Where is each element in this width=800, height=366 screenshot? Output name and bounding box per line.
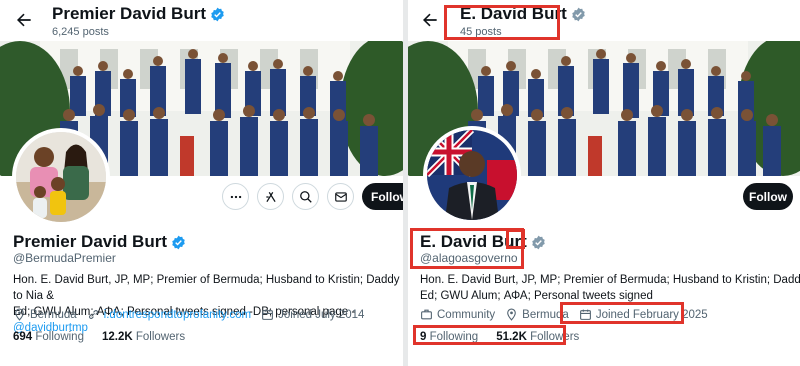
- joined-text: Joined July 2014: [278, 308, 365, 321]
- following-count: 9: [420, 331, 427, 343]
- profile-handle: @BermudaPremier: [13, 251, 116, 265]
- joined-item: Joined February 2025: [579, 308, 708, 321]
- calendar-icon: [579, 309, 591, 320]
- profile-header: Premier David Burt 6,245 posts: [0, 0, 403, 41]
- header-post-count: 6,245 posts: [52, 26, 109, 38]
- location-text: Bermuda: [522, 308, 569, 321]
- display-name-text: Premier David Burt: [13, 232, 167, 251]
- display-name-text: E. David Burt: [420, 232, 527, 251]
- verified-badge-icon: [172, 235, 185, 249]
- more-button[interactable]: [222, 183, 249, 210]
- following-stat[interactable]: 694 Following: [13, 331, 84, 343]
- header-post-count: 45 posts: [460, 26, 502, 38]
- verified-badge-icon: [211, 7, 224, 21]
- profile-bio: Hon. E. David Burt, JP, MP; Premier of B…: [13, 272, 401, 336]
- followers-label: Followers: [530, 331, 580, 343]
- header-name: Premier David Burt: [52, 4, 206, 23]
- right-profile-panel: E. David Burt 45 posts Follow E. David B…: [408, 0, 800, 366]
- profile-actions: Follow: [222, 183, 403, 210]
- left-profile-panel: Premier David Burt 6,245 posts Follo Pre…: [0, 0, 403, 366]
- location-item: Bermuda: [13, 308, 77, 321]
- website-link[interactable]: i.dontrespondtoprofanity.com: [104, 309, 251, 321]
- grok-button[interactable]: [257, 183, 284, 210]
- website-item[interactable]: i.dontrespondtoprofanity.com: [87, 308, 251, 321]
- briefcase-icon: [421, 309, 432, 320]
- following-count: 694: [13, 331, 33, 343]
- grok-icon: [265, 191, 276, 202]
- search-button[interactable]: [292, 183, 319, 210]
- link-icon: [88, 310, 98, 319]
- bio-line: Hon. E. David Burt, JP, MP; Premier of B…: [13, 274, 400, 302]
- follow-button[interactable]: Follow: [743, 183, 793, 210]
- profile-handle: @alagoasgoverno: [420, 251, 518, 265]
- profile-stats: 9 Following 51.2K Followers: [420, 331, 579, 343]
- following-label: Following: [35, 331, 84, 343]
- followers-count: 51.2K: [496, 331, 527, 343]
- following-stat[interactable]: 9 Following: [420, 331, 478, 343]
- following-label: Following: [429, 331, 479, 343]
- followers-stat[interactable]: 51.2K Followers: [496, 331, 579, 343]
- category-text: Community: [437, 308, 496, 321]
- profile-bio: Hon. E. David Burt, JP, MP; Premier of B…: [420, 272, 800, 304]
- location-text: Bermuda: [30, 308, 77, 321]
- bio-line: Ed; GWU Alum; ΑΦΑ; Personal tweets signe…: [420, 290, 653, 302]
- location-item: Bermuda: [505, 308, 569, 321]
- profile-header: E. David Burt 45 posts: [408, 0, 800, 41]
- profile-avatar[interactable]: [423, 126, 521, 224]
- header-title: Premier David Burt: [52, 4, 225, 24]
- followers-label: Followers: [135, 331, 186, 343]
- profile-stats: 694 Following 12.2K Followers: [13, 331, 185, 343]
- header-title: E. David Burt: [460, 4, 586, 24]
- profile-avatar[interactable]: [12, 128, 110, 226]
- envelope-icon: [334, 191, 347, 202]
- profile-meta: Bermuda i.dontrespondtoprofanity.com Joi…: [13, 308, 364, 321]
- joined-item: Joined July 2014: [261, 308, 364, 321]
- followers-count: 12.2K: [101, 331, 133, 343]
- follow-button[interactable]: Follow: [362, 183, 403, 210]
- message-button[interactable]: [327, 183, 354, 210]
- more-dots-icon: [230, 195, 241, 198]
- bio-line: Hon. E. David Burt, JP, MP; Premier of B…: [420, 274, 800, 286]
- profile-actions: Follow: [743, 183, 793, 210]
- display-name: E. David Burt: [420, 232, 546, 252]
- category-item: Community: [420, 308, 495, 321]
- followers-stat[interactable]: 12.2K Followers: [102, 331, 185, 343]
- location-pin-icon: [507, 308, 516, 321]
- header-name: E. David Burt: [460, 4, 567, 23]
- verified-badge-icon: [572, 7, 585, 21]
- display-name: Premier David Burt: [13, 232, 186, 252]
- back-arrow-icon[interactable]: [14, 10, 34, 30]
- verified-badge-icon: [532, 235, 545, 249]
- joined-text: Joined February 2025: [595, 308, 708, 321]
- back-arrow-icon[interactable]: [420, 10, 440, 30]
- calendar-icon: [262, 309, 274, 320]
- location-pin-icon: [15, 308, 24, 321]
- search-icon: [299, 190, 312, 203]
- profile-meta: Community Bermuda Joined February 2025: [420, 308, 708, 321]
